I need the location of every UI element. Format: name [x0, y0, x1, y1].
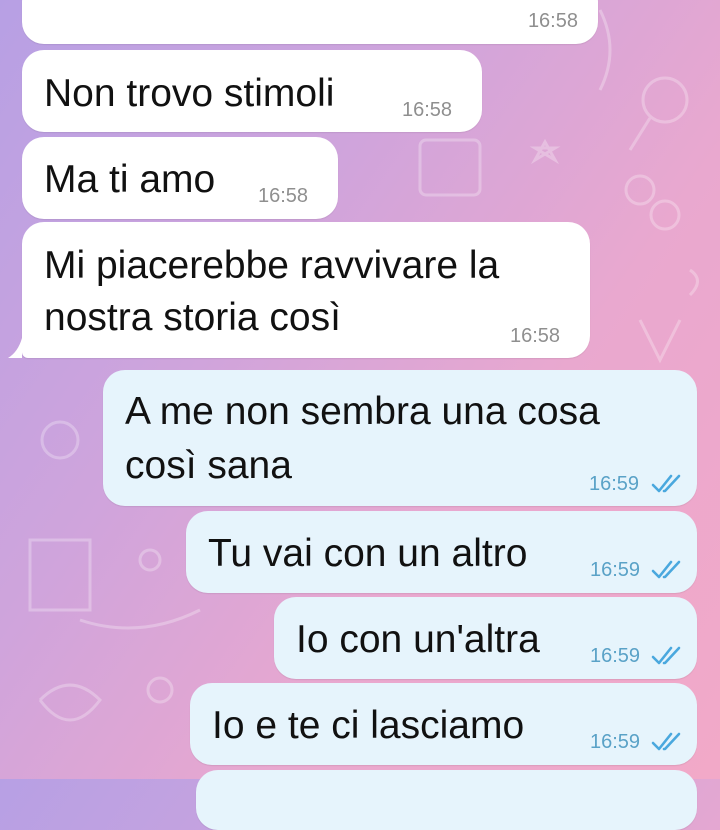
message-bubble-incoming[interactable]: Ma ti amo 16:58 [22, 137, 338, 219]
message-time: 16:58 [527, 10, 578, 32]
message-text: Io e te ci lasciamo [212, 704, 525, 747]
message-text: Ma ti amo [44, 158, 216, 201]
read-double-check-icon [651, 646, 681, 665]
message-text: Non trovo stimoli [44, 72, 335, 115]
message-bubble-outgoing[interactable]: Io con un'altra 16:59 [274, 597, 697, 679]
read-double-check-icon [651, 560, 681, 579]
message-time: 16:59 [590, 559, 641, 581]
message-text-line: così sana [125, 444, 292, 487]
message-text-line: Mi piacerebbe ravvivare la [44, 244, 500, 287]
message-bubble-outgoing[interactable]: Io e te ci lasciamo 16:59 [190, 683, 697, 765]
message-text-line: A me non sembra una cosa [125, 390, 600, 433]
message-text: Tu vai con un altro [208, 532, 528, 575]
message-time: 16:58 [510, 325, 561, 347]
read-double-check-icon [651, 474, 681, 493]
message-time: 16:59 [590, 645, 641, 667]
message-text-line: nostra storia così [44, 296, 341, 339]
message-text: Io con un'altra [296, 618, 540, 661]
message-time: 16:59 [590, 731, 641, 753]
message-bubble-incoming[interactable]: Non trovo stimoli 16:58 [22, 50, 482, 132]
read-double-check-icon [651, 732, 681, 751]
message-bubble-outgoing[interactable] [196, 770, 697, 830]
message-bubble-incoming[interactable]: Mi piacerebbe ravvivare la nostra storia… [22, 222, 590, 358]
message-bubble-outgoing[interactable]: Tu vai con un altro 16:59 [186, 511, 697, 593]
message-bubble-incoming[interactable]: 16:58 [22, 0, 598, 44]
message-time: 16:59 [589, 473, 640, 495]
message-time: 16:58 [402, 99, 453, 121]
message-bubble-outgoing[interactable]: A me non sembra una cosa così sana 16:59 [103, 370, 697, 506]
message-time: 16:58 [258, 185, 309, 207]
bubble-tail [8, 338, 22, 358]
